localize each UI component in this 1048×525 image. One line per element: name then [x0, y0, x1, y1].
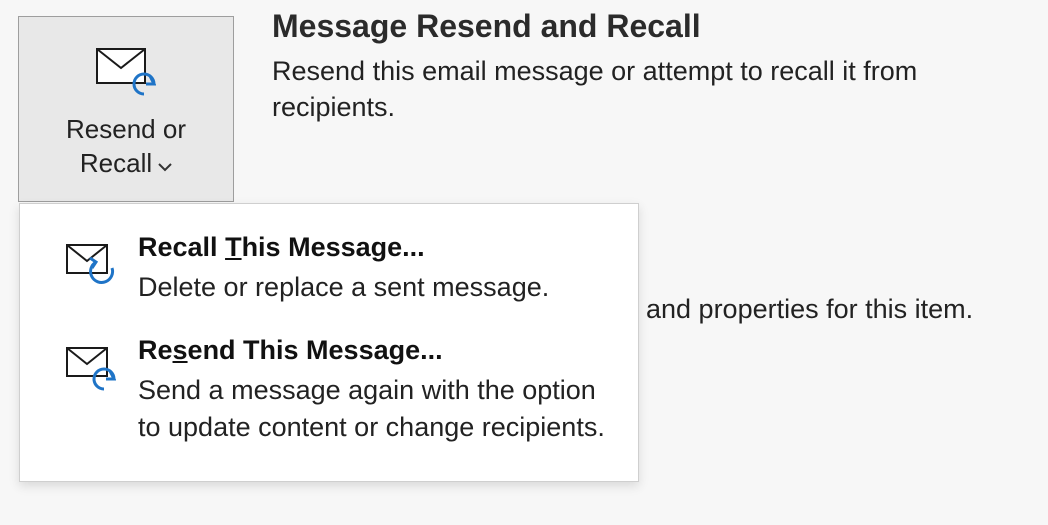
recall-message-icon [66, 244, 116, 288]
menu-item-description: Delete or replace a sent message. [138, 269, 610, 305]
resend-recall-dropdown: Recall This Message... Delete or replace… [19, 203, 639, 482]
tooltip-description: Resend this email message or attempt to … [272, 53, 1028, 126]
menu-item-resend-this-message[interactable]: Resend This Message... Send a message ag… [20, 317, 638, 457]
resend-recall-icon [96, 47, 156, 97]
menu-item-description: Send a message again with the option to … [138, 372, 610, 445]
resend-message-icon [66, 347, 116, 391]
tooltip-header: Message Resend and Recall Resend this em… [272, 8, 1028, 126]
resend-or-recall-button[interactable]: Resend or Recall [18, 16, 234, 202]
background-text-fragment: and properties for this item. [646, 294, 973, 325]
chevron-down-icon [158, 147, 172, 181]
tooltip-title: Message Resend and Recall [272, 8, 1028, 45]
menu-item-title: Recall This Message... [138, 232, 610, 263]
menu-item-recall-this-message[interactable]: Recall This Message... Delete or replace… [20, 214, 638, 317]
resend-or-recall-label: Resend or Recall [66, 113, 186, 181]
menu-item-title: Resend This Message... [138, 335, 610, 366]
